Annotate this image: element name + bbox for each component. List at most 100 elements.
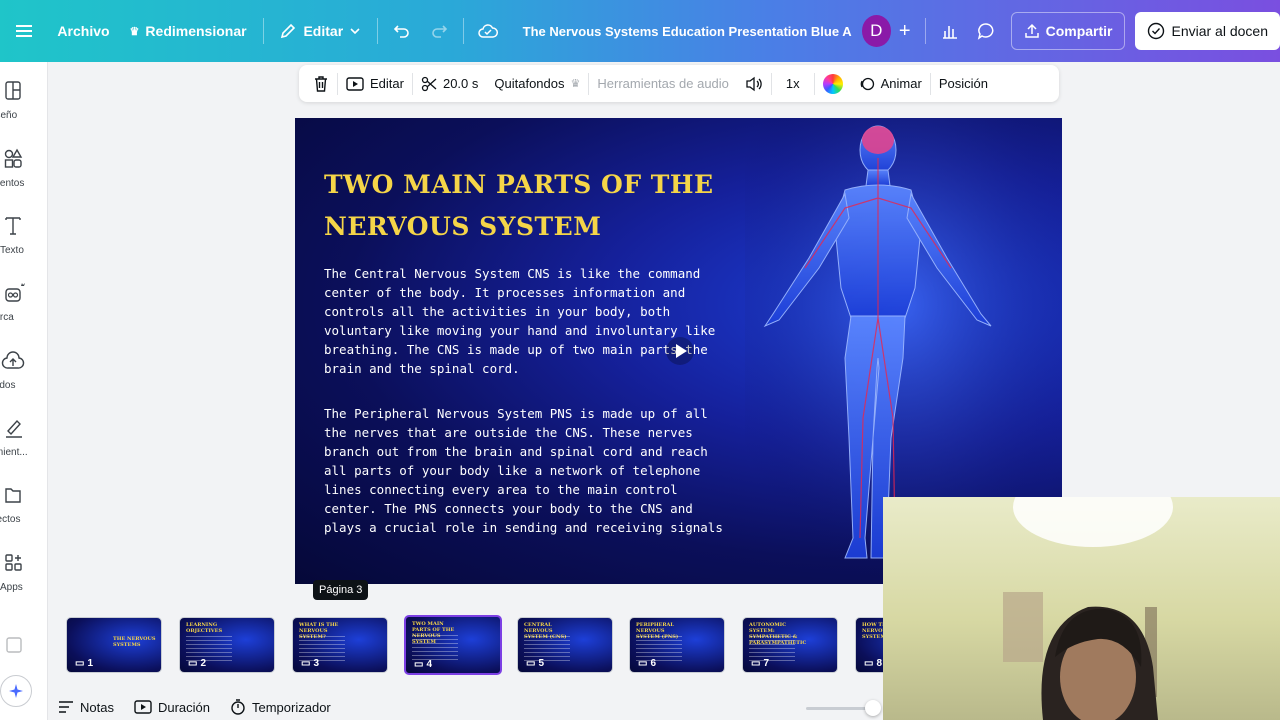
menu-icon[interactable]: [0, 11, 47, 51]
thumbnail-number: ▭ 8: [864, 658, 883, 669]
comment-icon: ▭: [188, 658, 198, 669]
crown-icon: ♛: [129, 25, 140, 38]
document-title[interactable]: The Nervous Systems Education Presentati…: [507, 11, 852, 51]
sparkle-image-icon: [6, 637, 22, 653]
video-icon: [346, 76, 364, 91]
sidebar-item-label: ementos: [0, 178, 25, 189]
resize-label: Redimensionar: [145, 23, 247, 39]
stopwatch-icon: [231, 699, 245, 715]
trash-icon: [315, 75, 327, 92]
scissors-icon: [421, 76, 437, 91]
page-thumbnail[interactable]: PERIPHERAL NERVOUS SYSTEM (PNS) ▭6: [629, 617, 725, 673]
comment-icon: ▭: [638, 658, 648, 669]
color-button[interactable]: [815, 69, 851, 99]
timer-button[interactable]: Temporizador: [220, 699, 341, 715]
page-thumbnail[interactable]: WHAT IS THE NERVOUS SYSTEM? ▭3: [292, 617, 388, 673]
apps-icon: [5, 554, 22, 571]
sidebar-item-label: ramient...: [0, 447, 28, 458]
duration-label: 20.0 s: [442, 76, 479, 91]
sidebar-item-projects[interactable]: oyectos: [0, 484, 48, 525]
undo-button[interactable]: [384, 11, 421, 51]
avatar[interactable]: D: [861, 15, 891, 47]
notes-icon: [59, 701, 73, 713]
audio-tools-label: Herramientas de audio: [597, 76, 729, 91]
duration-label: Duración: [157, 699, 210, 715]
slide-title[interactable]: TWO MAIN PARTS OF THE NERVOUS SYSTEM: [324, 164, 744, 248]
insights-button[interactable]: [931, 11, 968, 51]
webcam-feed-image: [1003, 497, 1173, 720]
sidebar-item-more[interactable]: [0, 634, 48, 656]
cloud-check-icon: [478, 24, 499, 38]
sidebar-item-uploads[interactable]: ubidos: [0, 350, 48, 391]
play-icon[interactable]: [665, 336, 695, 366]
cloud-save-button[interactable]: [470, 11, 507, 51]
video-icon: [134, 700, 152, 714]
page-thumbnail[interactable]: HOW THE NERVOUS SYSTEM WORKS ▭8: [855, 617, 883, 673]
sidebar-item-brand[interactable]: Marca: [0, 282, 48, 323]
notes-button[interactable]: Notas: [48, 700, 124, 715]
thumbnail-number: ▭ 3: [301, 658, 320, 669]
page-thumbnail[interactable]: CENTRAL NERVOUS SYSTEM (CNS) ▭5: [517, 617, 613, 673]
send-to-teacher-button[interactable]: Enviar al docen: [1135, 12, 1280, 50]
thumbnail-number: ▭ 2: [188, 658, 207, 669]
divider: [924, 18, 926, 44]
comments-button[interactable]: [968, 11, 1005, 51]
sidebar-item-text[interactable]: Texto: [0, 215, 48, 256]
edit-video-button[interactable]: Editar: [338, 69, 412, 99]
animate-label: Animar: [880, 76, 922, 91]
page-thumbnail-active[interactable]: TWO MAIN PARTS OF THE NERVOUS SYSTEM ▭4: [404, 615, 502, 675]
text-icon: [5, 217, 21, 235]
comment-icon: ▭: [414, 659, 424, 670]
animate-icon: [860, 77, 874, 90]
file-menu-button[interactable]: Archivo: [47, 11, 119, 51]
sidebar-item-apps[interactable]: Apps: [0, 552, 48, 593]
animate-button[interactable]: Animar: [851, 69, 930, 99]
comment-icon: [978, 23, 994, 40]
speaker-icon: [746, 76, 762, 91]
comment-icon: ▭: [301, 658, 311, 669]
page-thumbnail[interactable]: THE NERVOUS SYSTEMS ▭ 1: [66, 617, 162, 673]
background-remover-button[interactable]: Quitafondos ♛: [486, 69, 588, 99]
magic-assistant-button[interactable]: [0, 675, 32, 707]
cns-paragraph[interactable]: The Central Nervous System CNS is like t…: [324, 264, 724, 378]
edit-video-label: Editar: [370, 76, 404, 91]
upload-icon: [1, 351, 25, 369]
volume-button[interactable]: [737, 69, 771, 99]
sidebar-item-design[interactable]: Diseño: [0, 80, 48, 121]
sidebar-item-label: oyectos: [0, 514, 21, 525]
playback-speed-button[interactable]: 1x: [772, 69, 814, 99]
timer-label: Temporizador: [252, 699, 331, 715]
position-label: Posición: [938, 76, 988, 91]
tools-icon: [6, 419, 22, 438]
folder-icon: [5, 488, 21, 503]
comment-icon: ▭: [864, 658, 874, 669]
redo-icon: [432, 25, 448, 38]
thumbnail-number: ▭ 4: [414, 659, 433, 670]
sidebar-item-tools[interactable]: ramient...: [0, 417, 48, 458]
trim-button[interactable]: 20.0 s: [413, 69, 486, 99]
thumbnail-title: HOW THE NERVOUS SYSTEM WORKS: [862, 622, 883, 640]
add-collaborator-button[interactable]: +: [891, 11, 919, 51]
sidebar-item-elements[interactable]: ementos: [0, 148, 48, 189]
audio-tools-button[interactable]: Herramientas de audio: [589, 69, 737, 99]
page-thumbnail[interactable]: LEARNING OBJECTIVES ▭ 2: [179, 617, 275, 673]
position-button[interactable]: Posición: [931, 69, 996, 99]
duration-button[interactable]: Duración: [124, 700, 220, 715]
left-sidebar: Diseño ementos Texto Marca ubidos ramien…: [0, 62, 48, 720]
delete-button[interactable]: [305, 69, 337, 99]
edit-mode-button[interactable]: Editar: [269, 11, 371, 51]
layout-icon: [5, 81, 21, 100]
pns-paragraph[interactable]: The Peripheral Nervous System PNS is mad…: [324, 404, 724, 537]
resize-button[interactable]: ♛ Redimensionar: [120, 11, 257, 51]
page-thumbnail[interactable]: AUTONOMIC SYSTEM: SYMPATHETIC & PARASYMP…: [742, 617, 838, 673]
bottom-bar: Notas Duración Temporizador: [48, 694, 883, 720]
sidebar-item-label: ubidos: [0, 380, 16, 391]
redo-button[interactable]: [421, 11, 458, 51]
sidebar-item-label: Apps: [0, 582, 23, 593]
sidebar-item-label: Marca: [0, 312, 14, 323]
share-button[interactable]: Compartir: [1010, 12, 1126, 50]
file-label: Archivo: [57, 23, 110, 39]
bg-remover-label: Quitafondos: [494, 76, 565, 91]
zoom-slider-knob[interactable]: [865, 700, 881, 716]
top-bar: Archivo ♛ Redimensionar Editar The Nervo…: [0, 0, 1280, 62]
